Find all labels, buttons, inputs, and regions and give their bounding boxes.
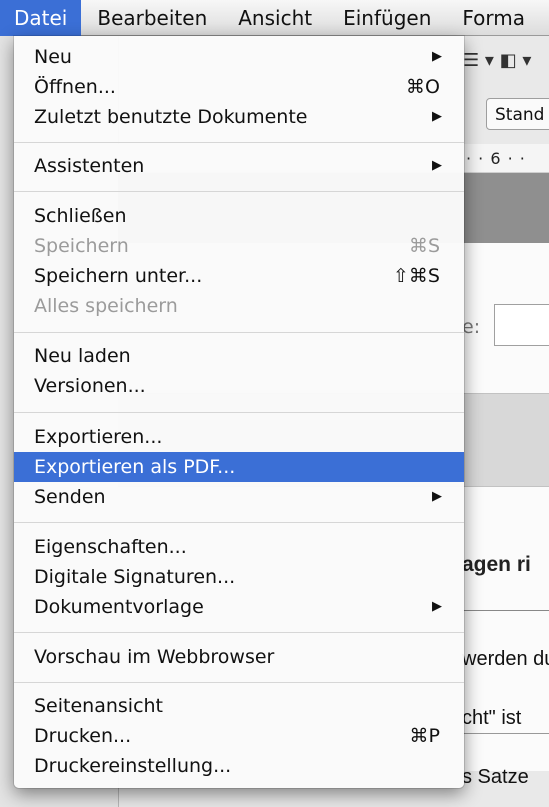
menu-item-label: Speichern unter... — [34, 265, 203, 287]
menubar: Datei Bearbeiten Ansicht Einfügen Forma — [0, 0, 549, 36]
form-field-input[interactable] — [494, 304, 549, 346]
menu-item-oeffnen[interactable]: Öffnen... ⌘O — [14, 72, 464, 102]
menu-format[interactable]: Forma — [446, 0, 540, 36]
menu-item-label: Digitale Signaturen... — [34, 566, 236, 588]
menu-datei[interactable]: Datei — [0, 0, 82, 36]
menu-item-neu[interactable]: Neu ▶ — [14, 42, 464, 72]
menu-item-dokumentvorlage[interactable]: Dokumentvorlage ▶ — [14, 592, 464, 622]
menu-item-senden[interactable]: Senden ▶ — [14, 482, 464, 512]
document-line-3: s Satze — [462, 766, 529, 788]
menu-item-eigenschaften[interactable]: Eigenschaften... — [14, 532, 464, 562]
datei-menu: Neu ▶ Öffnen... ⌘O Zuletzt benutzte Doku… — [14, 36, 464, 788]
menu-item-exportieren-pdf[interactable]: Exportieren als PDF... — [14, 452, 464, 482]
menu-einfuegen[interactable]: Einfügen — [327, 0, 446, 36]
menu-item-label: Assistenten — [34, 155, 145, 177]
menu-item-label: Schließen — [34, 205, 127, 227]
menu-item-zuletzt-benutzte[interactable]: Zuletzt benutzte Dokumente ▶ — [14, 102, 464, 132]
menu-item-label: Eigenschaften... — [34, 536, 187, 558]
menu-item-label: Alles speichern — [34, 295, 178, 317]
menu-item-vorschau-webbrowser[interactable]: Vorschau im Webbrowser — [14, 642, 464, 672]
menu-ansicht[interactable]: Ansicht — [222, 0, 327, 36]
menu-item-drucken[interactable]: Drucken... ⌘P — [14, 721, 464, 751]
submenu-arrow-icon: ▶ — [432, 599, 442, 614]
menu-item-label: Senden — [34, 486, 106, 508]
submenu-arrow-icon: ▶ — [432, 158, 442, 173]
menu-separator — [14, 682, 464, 683]
menu-separator — [14, 412, 464, 413]
menu-item-digitale-signaturen[interactable]: Digitale Signaturen... — [14, 562, 464, 592]
document-line-1: werden du — [462, 648, 549, 670]
menu-item-label: Öffnen... — [34, 76, 116, 98]
menu-separator — [14, 142, 464, 143]
menu-item-speichern: Speichern ⌘S — [14, 231, 464, 261]
menu-item-seitenansicht[interactable]: Seitenansicht — [14, 691, 464, 721]
menu-item-druckereinstellung[interactable]: Druckereinstellung... — [14, 751, 464, 781]
menu-item-label: Neu laden — [34, 345, 131, 367]
menu-item-label: Exportieren... — [34, 426, 163, 448]
document-heading: agen ri — [462, 553, 531, 576]
menu-item-label: Zuletzt benutzte Dokumente — [34, 106, 308, 128]
menu-item-label: Neu — [34, 46, 72, 68]
submenu-arrow-icon: ▶ — [432, 489, 442, 504]
menu-item-neu-laden[interactable]: Neu laden — [14, 341, 464, 371]
menu-item-versionen[interactable]: Versionen... — [14, 371, 464, 401]
menu-item-label: Vorschau im Webbrowser — [34, 646, 275, 668]
submenu-arrow-icon: ▶ — [432, 109, 442, 124]
menu-item-label: Dokumentvorlage — [34, 596, 204, 618]
menu-separator — [14, 191, 464, 192]
menu-item-alles-speichern: Alles speichern — [14, 291, 464, 321]
ruler-text: · · 6 · · — [466, 149, 526, 168]
heading-rule — [462, 610, 549, 611]
document-line-2: cht" ist — [462, 707, 522, 729]
shortcut-label: ⇧⌘S — [393, 265, 440, 287]
menu-item-label: Versionen... — [34, 375, 146, 397]
menu-item-label: Speichern — [34, 235, 129, 257]
menu-item-exportieren[interactable]: Exportieren... — [14, 422, 464, 452]
shortcut-label: ⌘P — [409, 725, 440, 747]
form-field-label: e: — [462, 316, 481, 338]
menu-item-schliessen[interactable]: Schließen — [14, 201, 464, 231]
toolbar-glyphs[interactable]: ☰ ▾ ◧ ▾ — [463, 50, 531, 71]
submenu-arrow-icon: ▶ — [432, 49, 442, 64]
shortcut-label: ⌘O — [406, 76, 440, 98]
menu-item-label: Exportieren als PDF... — [34, 456, 236, 478]
menu-separator — [14, 332, 464, 333]
menu-item-speichern-unter[interactable]: Speichern unter... ⇧⌘S — [14, 261, 464, 291]
menu-item-label: Seitenansicht — [34, 695, 164, 717]
menu-item-label: Drucken... — [34, 725, 132, 747]
paragraph-style-box[interactable]: Stand — [486, 98, 549, 130]
answer-rule-1 — [462, 733, 549, 734]
menu-separator — [14, 522, 464, 523]
menu-separator — [14, 632, 464, 633]
menu-item-label: Druckereinstellung... — [34, 755, 232, 777]
menu-item-assistenten[interactable]: Assistenten ▶ — [14, 151, 464, 181]
menu-bearbeiten[interactable]: Bearbeiten — [81, 0, 222, 36]
shortcut-label: ⌘S — [408, 235, 440, 257]
